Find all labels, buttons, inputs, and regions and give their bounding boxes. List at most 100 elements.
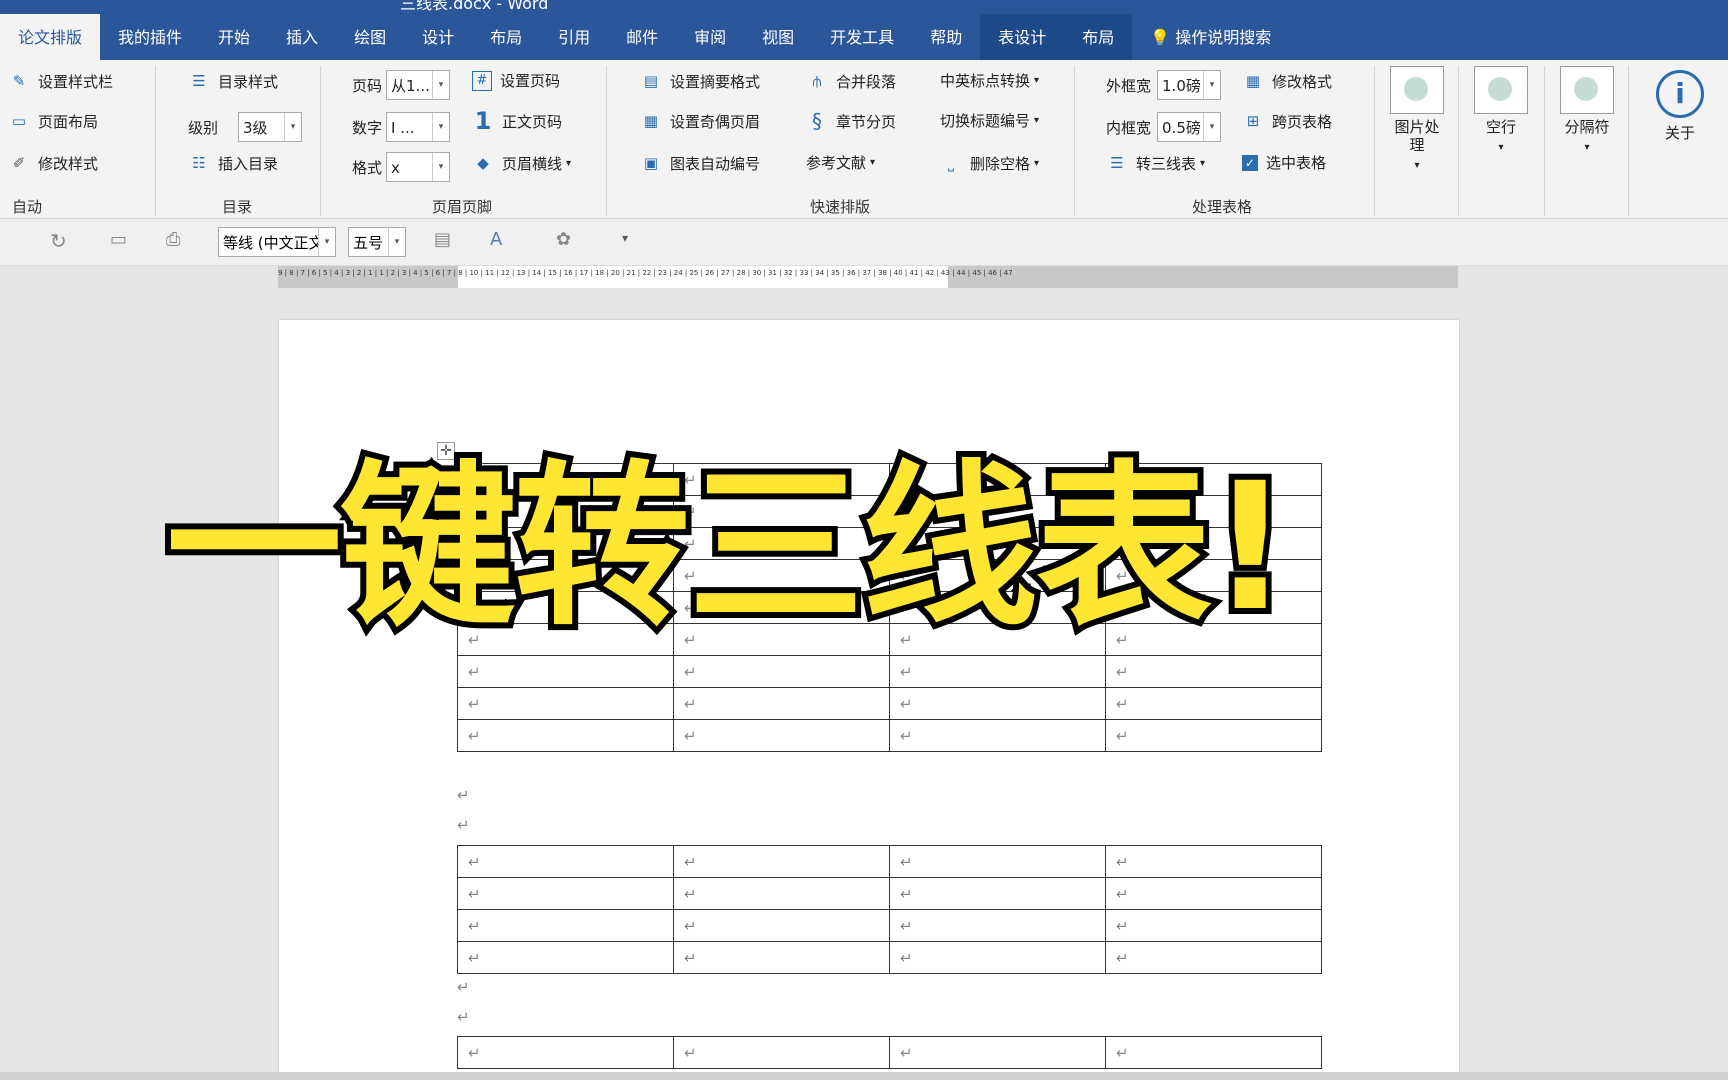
data-table[interactable]: ↵ ↵ ↵ ↵ ↵ ↵ ↵ ↵ ↵ ↵ ↵ ↵ ↵ ↵ ↵ ↵	[457, 845, 1322, 974]
inner-border-select[interactable]: 0.5磅 ▾	[1157, 112, 1222, 142]
modify-style-button[interactable]: ✐ 修改样式	[8, 152, 98, 174]
tab-developer[interactable]: 开发工具	[812, 14, 912, 60]
print-icon[interactable]: ⎙	[166, 229, 180, 250]
table-cell[interactable]: ↵	[673, 687, 890, 720]
delete-space-label: 删除空格	[970, 154, 1031, 173]
customize-toolbar-icon[interactable]: ▾	[622, 231, 628, 245]
table-cell[interactable]: ↵	[1105, 845, 1322, 878]
tab-design[interactable]: 设计	[404, 14, 472, 60]
select-table-button[interactable]: ✓ 选中表格	[1242, 152, 1326, 173]
table-cell[interactable]: ↵	[673, 1036, 890, 1069]
table-cell[interactable]: ↵	[889, 877, 1106, 910]
tab-view[interactable]: 视图	[744, 14, 812, 60]
three-line-table-button[interactable]: ☰ 转三线表 ▾	[1106, 152, 1205, 174]
modify-format-button[interactable]: ▦ 修改格式	[1242, 70, 1332, 92]
page-layout-button[interactable]: ▭ 页面布局	[8, 110, 98, 132]
table-cell[interactable]: ↵	[1105, 719, 1322, 752]
table-cell[interactable]: ↵	[673, 877, 890, 910]
tab-mailings[interactable]: 邮件	[608, 14, 676, 60]
auto-number-button[interactable]: ▣ 图表自动编号	[640, 152, 760, 174]
horizontal-scrollbar[interactable]	[0, 1072, 1728, 1080]
paragraph-mark: ↵	[457, 1008, 470, 1026]
page-number-select[interactable]: 从1... ▾	[386, 70, 451, 100]
table-cell[interactable]: ↵	[1105, 909, 1322, 942]
abstract-format-button[interactable]: ▤ 设置摘要格式	[640, 70, 760, 92]
table-cell[interactable]: ↵	[673, 941, 890, 974]
table-cell[interactable]: ↵	[457, 719, 674, 752]
chapter-break-label: 章节分页	[836, 112, 897, 131]
table-cell[interactable]: ↵	[673, 909, 890, 942]
header-line-button[interactable]: ◆ 页眉横线 ▾	[472, 152, 571, 174]
outer-border-select[interactable]: 1.0磅 ▾	[1157, 70, 1222, 100]
table-cell[interactable]: ↵	[673, 655, 890, 688]
body-page-number-button[interactable]: 1 正文页码	[472, 109, 563, 133]
paragraph-icon[interactable]: ▤	[434, 229, 451, 250]
switch-heading-button[interactable]: 切换标题编号 ▾	[940, 110, 1039, 131]
tab-references[interactable]: 引用	[540, 14, 608, 60]
table-cell[interactable]: ↵	[889, 909, 1106, 942]
level-select[interactable]: 3级 ▾	[238, 112, 303, 142]
table-cell[interactable]: ↵	[1105, 687, 1322, 720]
tab-insert[interactable]: 插入	[268, 14, 336, 60]
data-table[interactable]: ↵ ↵ ↵ ↵	[457, 1036, 1322, 1069]
chevron-down-icon: ▾	[1200, 157, 1206, 169]
table-cell[interactable]: ↵	[457, 909, 674, 942]
merge-paragraph-button[interactable]: ⫛ 合并段落	[806, 70, 896, 92]
delete-space-button[interactable]: ⎵ 删除空格 ▾	[940, 152, 1039, 174]
tab-table-layout[interactable]: 布局	[1064, 14, 1133, 60]
table-cell[interactable]: ↵	[889, 687, 1106, 720]
font-name-select[interactable]: 等线 (中文正文) ▾	[218, 227, 336, 257]
table-cell[interactable]: ↵	[457, 941, 674, 974]
tab-thesis-layout[interactable]: 论文排版	[0, 14, 101, 60]
table-cell[interactable]: ↵	[673, 845, 890, 878]
tab-help[interactable]: 帮助	[912, 14, 980, 60]
table-cell[interactable]: ↵	[1105, 655, 1322, 688]
redo-icon[interactable]: ↻	[50, 229, 67, 253]
horizontal-ruler[interactable]: 9 | 8 | 7 | 6 | 5 | 4 | 3 | 2 | 1 | 1 | …	[278, 266, 1458, 288]
punctuation-convert-button[interactable]: 中英标点转换 ▾	[940, 70, 1039, 91]
tab-layout[interactable]: 布局	[472, 14, 540, 60]
table-cell[interactable]: ↵	[889, 845, 1106, 878]
number-select[interactable]: I ... ▾	[386, 112, 451, 142]
group-divider	[1374, 66, 1375, 216]
table-cell[interactable]: ↵	[457, 655, 674, 688]
text-style-icon[interactable]: A	[490, 229, 502, 250]
set-style-bar-button[interactable]: ✎ 设置样式栏	[8, 70, 113, 92]
toc-style-button[interactable]: ☰ 目录样式	[188, 70, 278, 92]
table-cell[interactable]: ↵	[1105, 941, 1322, 974]
print-preview-icon[interactable]: ▭	[110, 229, 127, 250]
table-cell[interactable]: ↵	[889, 941, 1106, 974]
odd-even-header-button[interactable]: ▦ 设置奇偶页眉	[640, 110, 760, 132]
about-button[interactable]: i 关于	[1650, 70, 1710, 142]
separator-button[interactable]: 分隔符 ▾	[1558, 66, 1616, 157]
references-button[interactable]: 参考文献 ▾	[806, 152, 875, 173]
insert-toc-button[interactable]: ☷ 插入目录	[188, 152, 278, 174]
font-size-select[interactable]: 五号 ▾	[348, 227, 406, 257]
table-cell[interactable]: ↵	[889, 1036, 1106, 1069]
tab-draw[interactable]: 绘图	[336, 14, 404, 60]
blank-line-button[interactable]: 空行 ▾	[1472, 66, 1530, 157]
body-page-number-label: 正文页码	[502, 112, 563, 131]
table-cell[interactable]: ↵	[457, 845, 674, 878]
table-cell[interactable]: ↵	[457, 1036, 674, 1069]
chapter-break-button[interactable]: § 章节分页	[806, 110, 896, 132]
tab-my-plugins[interactable]: 我的插件	[100, 14, 200, 60]
format-select[interactable]: x ▾	[386, 152, 451, 182]
table-cell[interactable]: ↵	[457, 687, 674, 720]
table-cell[interactable]: ↵	[457, 877, 674, 910]
table-cell[interactable]: ↵	[1105, 1036, 1322, 1069]
table-cell[interactable]: ↵	[889, 655, 1106, 688]
flower-icon[interactable]: ✿	[556, 229, 571, 250]
cross-page-table-button[interactable]: ⊞ 跨页表格	[1242, 110, 1332, 132]
document-page[interactable]: ✛ ↵ ↵ ↵ ↵ ↵ ↵ ↵ ↵ ↵ ↵ ↵ ↵ ↵ ↵ ↵ ↵ ↵ ↵ ↵ ↵ ↵ ↵ ↵ ↵ ↵ ↵ ↵ ↵ ↵ ↵ ↵…	[279, 320, 1459, 1080]
set-page-number-button[interactable]: # 设置页码	[472, 70, 560, 91]
table-cell[interactable]: ↵	[673, 719, 890, 752]
tab-table-design[interactable]: 表设计	[980, 14, 1065, 60]
table-cell[interactable]: ↵	[889, 719, 1106, 752]
table-cell[interactable]: ↵	[1105, 877, 1322, 910]
insert-toc-label: 插入目录	[218, 154, 279, 173]
tell-me-search[interactable]: 💡 操作说明搜索	[1132, 14, 1289, 60]
tab-home[interactable]: 开始	[200, 14, 268, 60]
image-process-button[interactable]: 图片处理 ▾	[1388, 66, 1446, 175]
tab-review[interactable]: 审阅	[676, 14, 744, 60]
